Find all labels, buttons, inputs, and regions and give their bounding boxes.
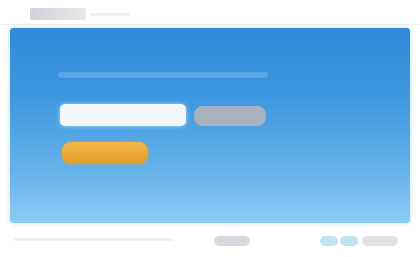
header-divider	[0, 24, 420, 25]
site-logo-icon[interactable]	[30, 8, 86, 20]
footer-link[interactable]	[362, 236, 398, 246]
email-input[interactable]	[60, 104, 186, 126]
cta-button[interactable]	[62, 142, 148, 164]
footer-social-icon[interactable]	[320, 236, 338, 246]
footer-text	[14, 238, 174, 241]
page	[0, 0, 420, 257]
footer-social-icon[interactable]	[340, 236, 358, 246]
header-tagline	[90, 13, 130, 16]
submit-button[interactable]	[194, 106, 266, 126]
hero-headline	[58, 72, 268, 78]
footer-link[interactable]	[214, 236, 250, 246]
